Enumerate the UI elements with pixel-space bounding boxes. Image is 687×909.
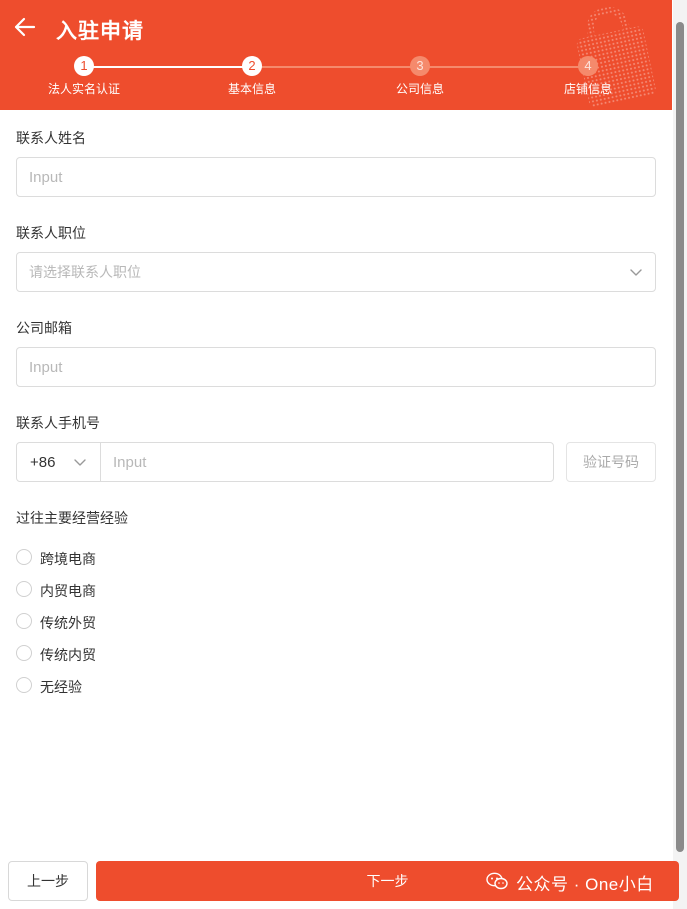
chevron-down-icon [74, 459, 86, 466]
contact-name-label: 联系人姓名 [16, 130, 86, 146]
step-4: 4 店铺信息 [528, 54, 648, 97]
watermark-text: 公众号 · One小白 [516, 875, 654, 894]
wechat-icon [486, 872, 508, 890]
company-email-input[interactable] [16, 347, 656, 387]
radio-label: 传统内贸 [40, 647, 96, 663]
step-label: 店铺信息 [563, 82, 612, 96]
contact-name-input[interactable] [16, 157, 656, 197]
vertical-scrollbar[interactable] [673, 0, 687, 909]
step-label: 法人实名认证 [47, 82, 120, 96]
phone-input-group: +86 [16, 442, 554, 482]
step-number: 2 [242, 56, 262, 76]
contact-position-label: 联系人职位 [16, 225, 86, 241]
step-progress: 1 法人实名认证 2 基本信息 3 公司信息 4 店铺信息 [0, 54, 672, 104]
step-3: 3 公司信息 [360, 54, 480, 97]
verify-number-button[interactable]: 验证号码 [566, 442, 656, 482]
radio-label: 跨境电商 [40, 551, 96, 567]
step-label: 公司信息 [395, 82, 444, 96]
contact-position-select[interactable]: 请选择联系人职位 [16, 252, 656, 292]
arrow-left-icon[interactable] [12, 14, 38, 40]
step-number: 1 [74, 56, 94, 76]
company-email-label: 公司邮箱 [16, 320, 72, 336]
page-title: 入驻申请 [56, 20, 144, 43]
radio-button[interactable] [16, 613, 32, 629]
radio-button[interactable] [16, 677, 32, 693]
step-number: 4 [578, 56, 598, 76]
radio-label: 传统外贸 [40, 615, 96, 631]
step-number: 3 [410, 56, 430, 76]
chevron-down-icon [630, 269, 642, 276]
radio-label: 内贸电商 [40, 583, 96, 599]
scrollbar-thumb[interactable] [676, 22, 684, 852]
previous-step-button[interactable]: 上一步 [8, 861, 88, 901]
experience-label: 过往主要经营经验 [16, 510, 128, 526]
step-1: 1 法人实名认证 [24, 54, 144, 97]
radio-button[interactable] [16, 549, 32, 565]
phone-number-input[interactable] [101, 443, 553, 481]
radio-button[interactable] [16, 581, 32, 597]
radio-button[interactable] [16, 645, 32, 661]
next-step-button-container: 下一步 公众号 · One小白 [96, 861, 679, 901]
step-label: 基本信息 [227, 82, 276, 96]
country-code-value: +86 [30, 454, 56, 471]
contact-phone-label: 联系人手机号 [16, 415, 100, 431]
header-bar: 入驻申请 1 法人实名认证 2 基本信息 3 公司信息 4 店铺信息 [0, 0, 672, 110]
step-2: 2 基本信息 [192, 54, 312, 97]
contact-position-placeholder: 请选择联系人职位 [29, 264, 141, 280]
country-code-select[interactable]: +86 [17, 443, 101, 481]
radio-label: 无经验 [40, 679, 82, 695]
